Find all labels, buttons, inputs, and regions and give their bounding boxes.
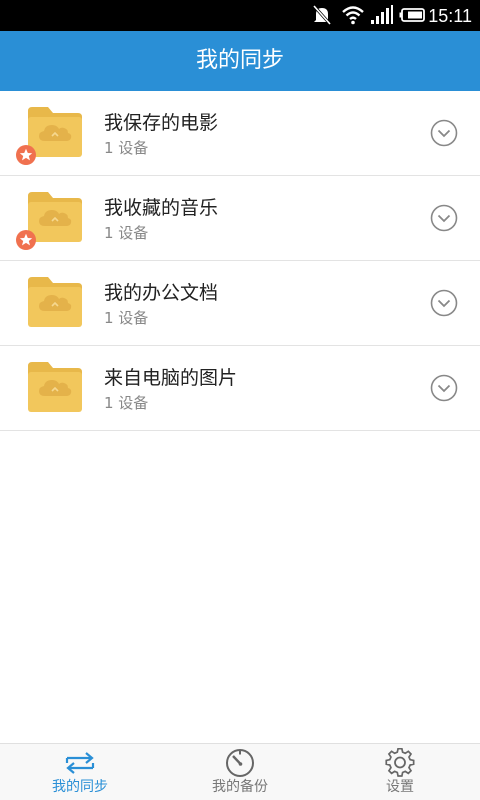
chevron-down-icon[interactable] xyxy=(430,119,458,147)
list-item[interactable]: 来自电脑的图片 1 设备 xyxy=(0,346,480,431)
tab-label: 我的同步 xyxy=(52,779,108,795)
item-device-count: 1 设备 xyxy=(104,309,149,327)
item-device-count: 1 设备 xyxy=(104,394,149,412)
item-title: 我保存的电影 xyxy=(104,112,219,134)
status-time: 15:11 xyxy=(428,6,472,26)
favorite-star-icon xyxy=(16,230,36,250)
chevron-down-icon[interactable] xyxy=(430,374,458,402)
signal-icon xyxy=(370,4,394,30)
tab-my-backup[interactable]: 我的备份 xyxy=(160,744,320,800)
chevron-down-icon[interactable] xyxy=(430,204,458,232)
app-bar: 我的同步 xyxy=(0,31,480,91)
list-item[interactable]: 我收藏的音乐 1 设备 xyxy=(0,176,480,261)
item-device-count: 1 设备 xyxy=(104,139,149,157)
list-item[interactable]: 我保存的电影 1 设备 xyxy=(0,91,480,176)
cloud-folder-icon xyxy=(26,360,84,414)
favorite-star-icon xyxy=(16,145,36,165)
item-title: 我收藏的音乐 xyxy=(104,197,219,219)
tab-label: 我的备份 xyxy=(212,779,268,795)
gear-icon xyxy=(384,747,416,778)
chevron-down-icon[interactable] xyxy=(430,289,458,317)
list-item[interactable]: 我的办公文档 1 设备 xyxy=(0,261,480,346)
status-bar: 15:11 xyxy=(0,0,480,31)
sync-list: 我保存的电影 1 设备 我收藏的音乐 1 设备 我的办公文档 1 设备 来自电脑… xyxy=(0,91,480,431)
item-title: 来自电脑的图片 xyxy=(104,367,238,389)
item-device-count: 1 设备 xyxy=(104,224,149,242)
sync-arrows-icon xyxy=(64,748,96,778)
tab-settings[interactable]: 设置 xyxy=(320,744,480,800)
tab-label: 设置 xyxy=(386,779,414,795)
page-title: 我的同步 xyxy=(195,48,284,73)
item-title: 我的办公文档 xyxy=(104,282,219,304)
notifications-off-icon xyxy=(312,4,332,30)
tab-my-sync[interactable]: 我的同步 xyxy=(0,744,160,800)
cloud-folder-icon xyxy=(26,275,84,329)
backup-dial-icon xyxy=(224,748,256,778)
bottom-nav: 我的同步 我的备份 设置 xyxy=(0,743,480,800)
screen: 15:11 我的同步 我保存的电影 1 设备 我收藏的音乐 1 设备 我的办公文… xyxy=(0,0,480,800)
wifi-icon xyxy=(341,4,365,30)
battery-icon xyxy=(399,4,427,30)
